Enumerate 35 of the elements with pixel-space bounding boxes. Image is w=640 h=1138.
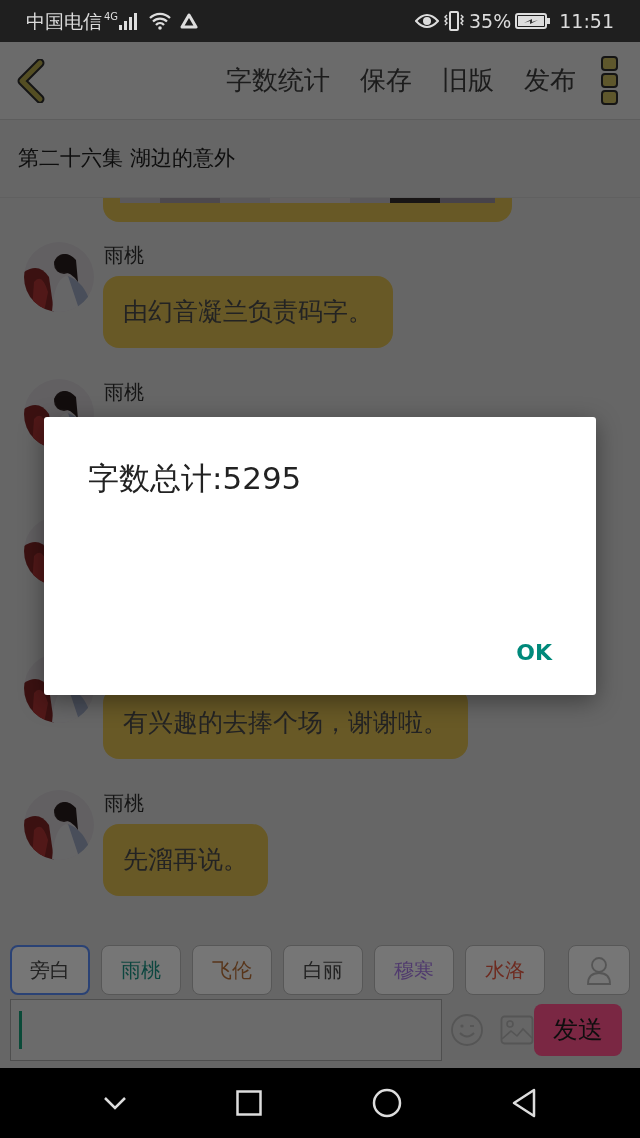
role-chip[interactable]: 白丽 — [283, 945, 363, 995]
role-chip[interactable]: 旁白 — [10, 945, 90, 995]
toolbar-action[interactable]: 发布 — [494, 61, 576, 100]
person-icon — [586, 955, 612, 986]
back-icon[interactable] — [511, 1088, 538, 1118]
home-icon[interactable] — [371, 1088, 402, 1118]
recents-icon[interactable] — [236, 1090, 263, 1116]
eye-icon — [415, 12, 439, 30]
dialog-message: 字数总计:5295 — [88, 459, 303, 498]
sender-name: 雨桃 — [104, 379, 144, 405]
role-chip[interactable]: 水洛 — [465, 945, 545, 995]
carrier-label: 中国电信 — [26, 8, 102, 34]
chapter-title: 第二十六集 湖边的意外 — [18, 144, 235, 172]
toolbar-action[interactable]: 旧版 — [412, 61, 494, 100]
battery-icon — [515, 12, 552, 30]
warning-icon — [180, 13, 199, 29]
sender-name: 雨桃 — [104, 790, 144, 816]
chat-bubble: 先溜再说。 — [103, 824, 268, 896]
role-chip[interactable]: 穆寒 — [374, 945, 454, 995]
clock: 11:51 — [559, 8, 614, 34]
battery-percent: 35% — [469, 8, 512, 34]
chat-bubble: 由幻音凝兰负责码字。 — [103, 276, 393, 348]
sender-name: 雨桃 — [104, 242, 144, 268]
vibrate-icon — [443, 11, 465, 31]
wifi-icon — [148, 12, 173, 30]
message-input[interactable] — [10, 999, 442, 1061]
send-button[interactable]: 发送 — [534, 1004, 622, 1056]
toolbar-action[interactable]: 保存 — [330, 61, 412, 100]
role-chip[interactable]: 飞伦 — [192, 945, 272, 995]
menu-icon[interactable] — [600, 54, 620, 107]
collapse-icon[interactable] — [102, 1096, 127, 1110]
ok-button[interactable]: OK — [500, 630, 568, 675]
toolbar-action[interactable]: 字数统计 — [196, 61, 330, 100]
role-chip[interactable]: 雨桃 — [101, 945, 181, 995]
network-label: 4G — [104, 10, 119, 24]
